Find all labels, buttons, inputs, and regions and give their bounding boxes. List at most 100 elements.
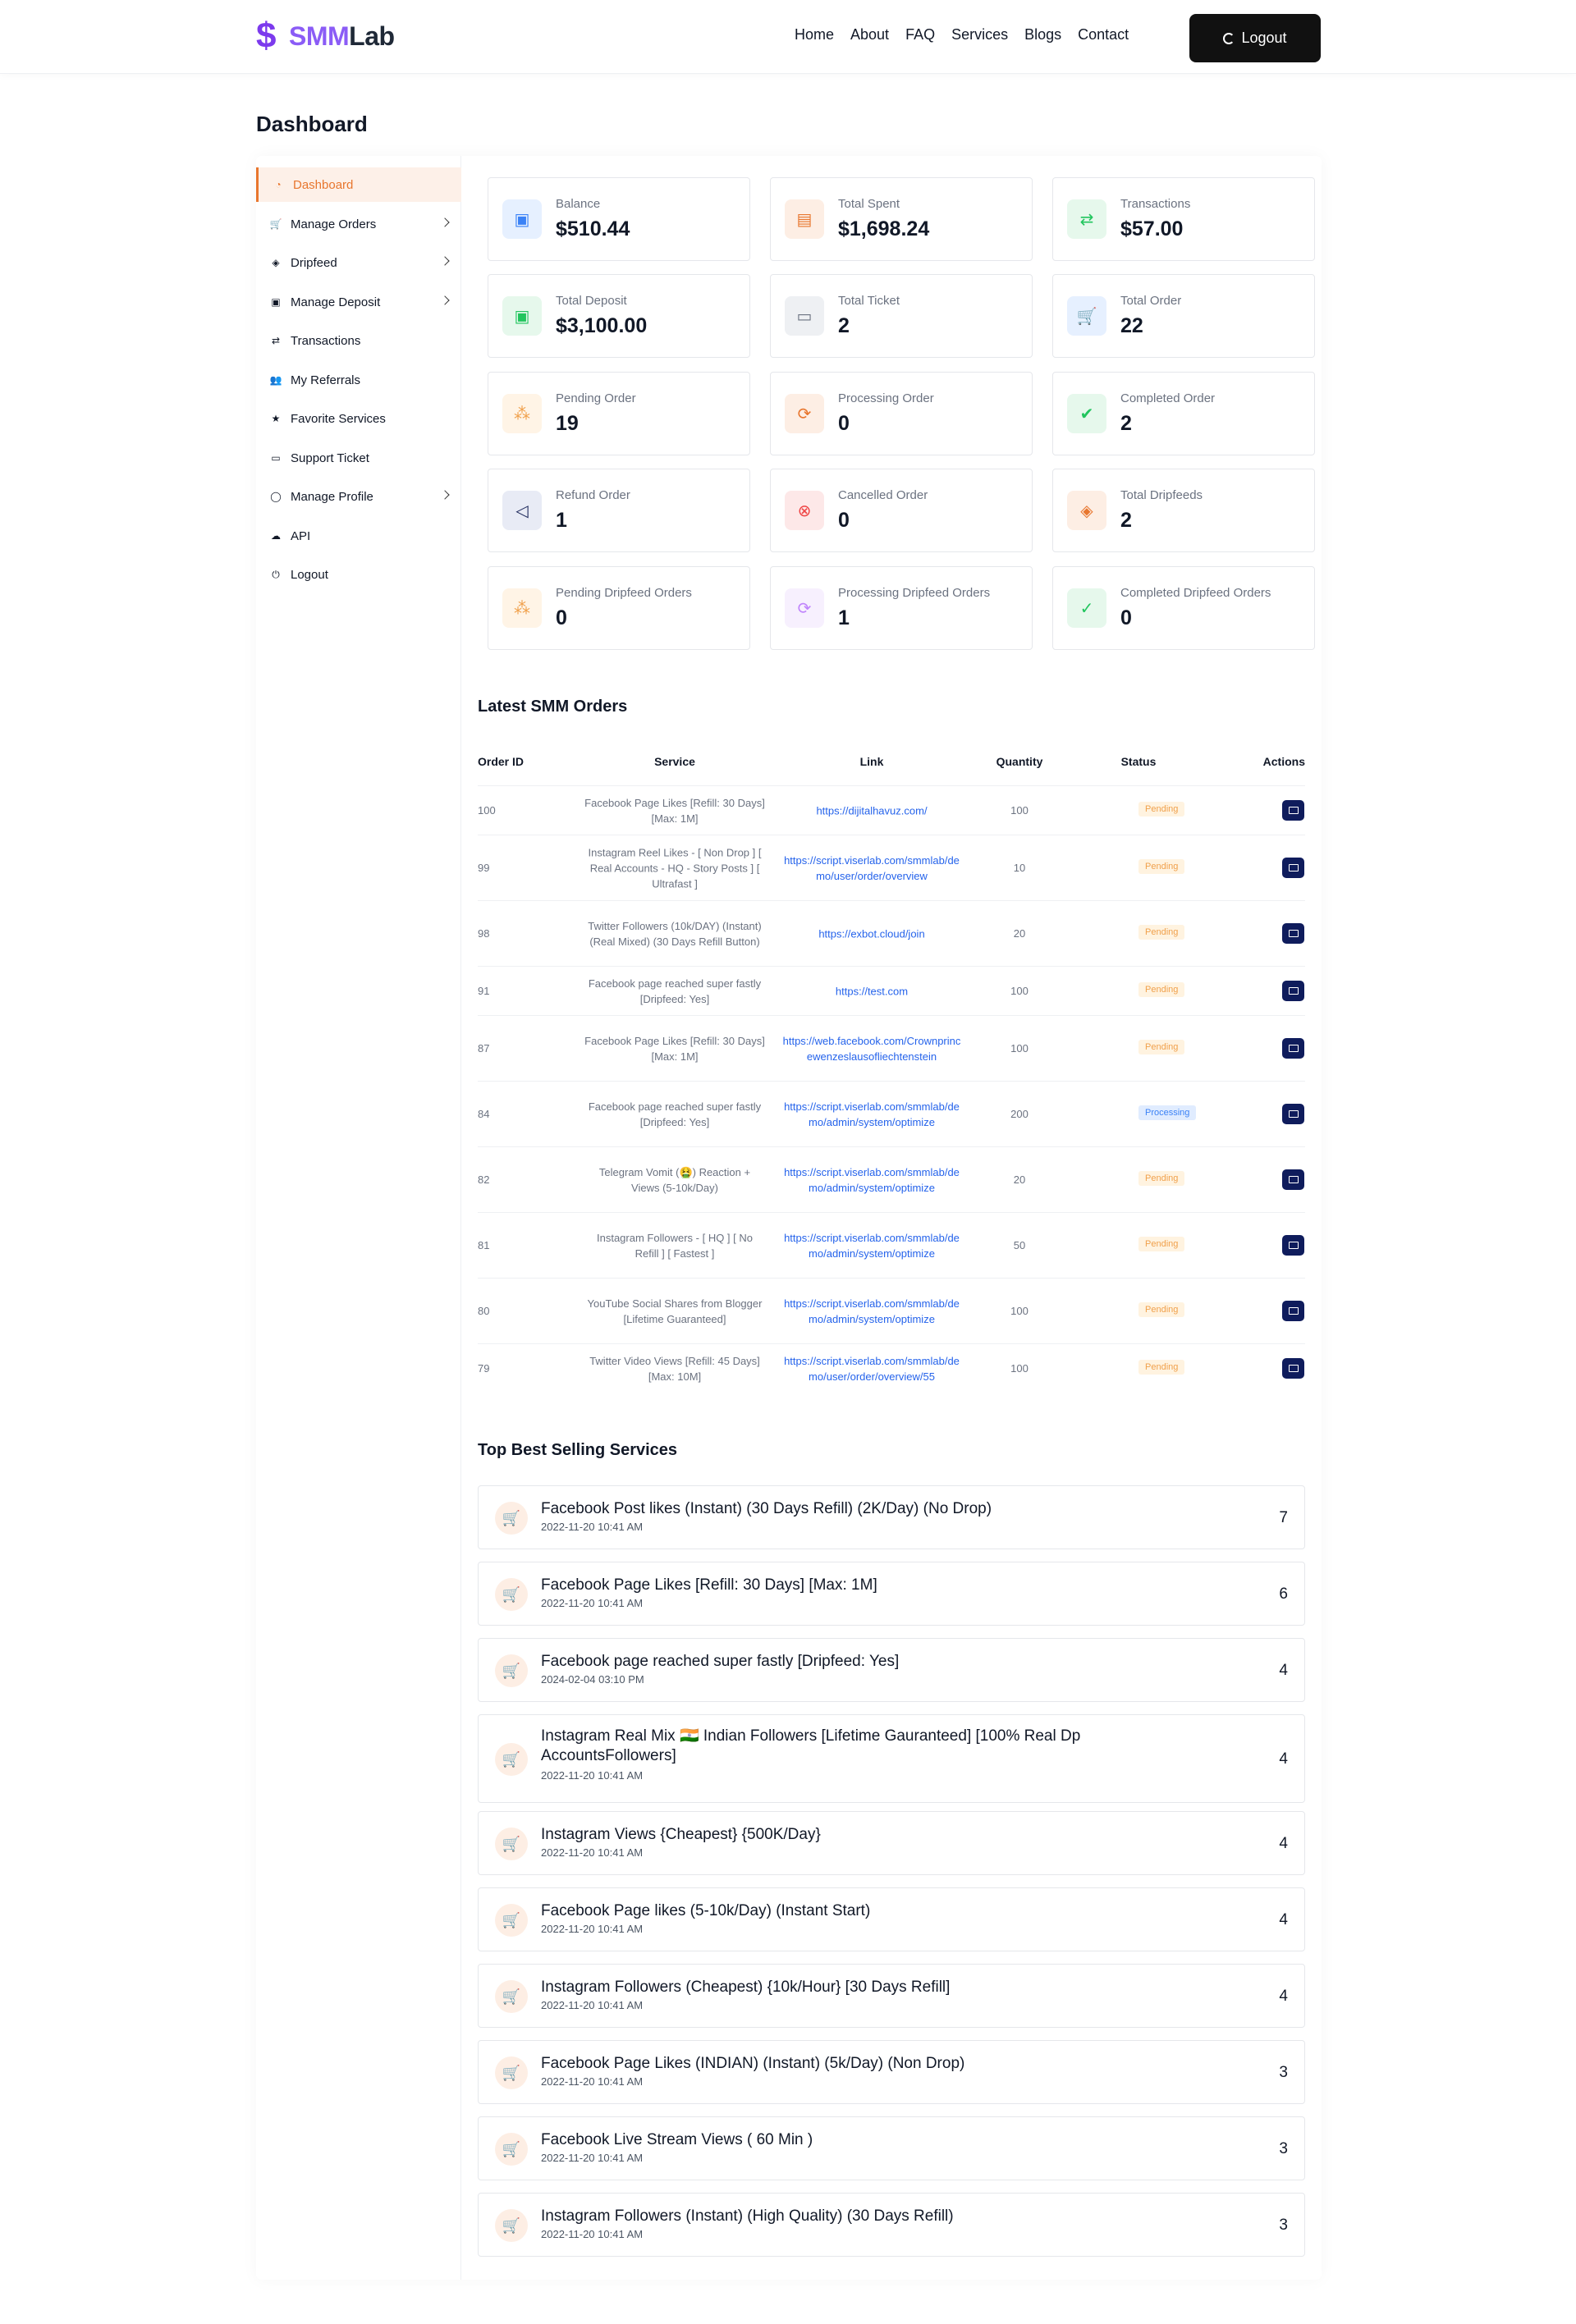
service-name: Instagram Followers (Instant) (High Qual…	[541, 2207, 954, 2225]
latest-orders-title: Latest SMM Orders	[478, 698, 628, 716]
stat-card-total-deposit: ▣ Total Deposit $3,100.00	[488, 274, 750, 358]
order-service: Facebook page reached super fastly [Drip…	[588, 1100, 762, 1128]
sidebar-item-manage-orders[interactable]: 🛒 Manage Orders	[256, 207, 461, 241]
refresh-icon: ⟳	[785, 588, 824, 628]
stat-value: $3,100.00	[556, 314, 648, 337]
sidebar-item-label: Support Ticket	[291, 451, 369, 465]
order-quantity: 100	[1010, 1305, 1029, 1317]
order-id: 81	[478, 1239, 490, 1251]
order-link[interactable]: https://script.viserlab.com/smmlab/demo/…	[781, 1164, 962, 1196]
paint-bucket-icon: ◈	[272, 257, 280, 268]
view-order-button[interactable]	[1282, 981, 1304, 1001]
view-order-button[interactable]	[1282, 1235, 1304, 1256]
logout-label: Logout	[1241, 30, 1287, 46]
view-order-button[interactable]	[1282, 800, 1304, 821]
sidebar-item-my-referrals[interactable]: 👥 My Referrals	[256, 363, 461, 397]
cart-icon: 🛒	[495, 1654, 528, 1687]
sidebar-item-dashboard[interactable]: ◔ Dashboard	[256, 167, 461, 202]
stat-card-total-dripfeeds: ◈ Total Dripfeeds 2	[1052, 469, 1315, 552]
nav-blogs[interactable]: Blogs	[1024, 26, 1061, 43]
cart-icon: 🛒	[495, 1578, 528, 1611]
order-id: 99	[478, 862, 490, 874]
transfer-icon: ⇄	[271, 335, 281, 346]
logout-button[interactable]: Logout	[1189, 14, 1321, 62]
order-link[interactable]: https://test.com	[781, 983, 962, 999]
nav-home[interactable]: Home	[795, 26, 834, 43]
stat-value: 2	[1120, 509, 1132, 532]
logout-icon	[1223, 32, 1235, 44]
list-item: 🛒 Instagram Views {Cheapest} {500K/Day} 20…	[478, 1811, 1305, 1875]
logo[interactable]: $ SMMLab	[256, 16, 395, 56]
order-link[interactable]: https://script.viserlab.com/smmlab/demo/…	[781, 1099, 962, 1130]
cart-icon: 🛒	[495, 2133, 528, 2166]
col-status: Status	[1120, 755, 1157, 768]
view-order-button[interactable]	[1282, 858, 1304, 878]
best-selling-title: Top Best Selling Services	[478, 1441, 678, 1459]
status-badge-label: Pending	[1138, 1237, 1185, 1251]
spinner-icon: ⁂	[502, 394, 542, 433]
sidebar-item-support-ticket[interactable]: ▭ Support Ticket	[256, 441, 461, 475]
sidebar-item-manage-profile[interactable]: ◯ Manage Profile	[256, 479, 461, 514]
sidebar-item-transactions[interactable]: ⇄ Transactions	[256, 323, 461, 358]
stat-value: 22	[1120, 314, 1143, 337]
top-header: $ SMMLab Home About FAQ Services Blogs C…	[0, 0, 1576, 74]
view-order-button[interactable]	[1282, 923, 1304, 944]
status-badge-label: Pending	[1138, 1360, 1185, 1375]
order-link[interactable]: https://script.viserlab.com/smmlab/demo/…	[781, 1230, 962, 1261]
sidebar-item-manage-deposit[interactable]: ▣ Manage Deposit	[256, 285, 461, 319]
sidebar-item-api[interactable]: ☁ API	[256, 519, 461, 553]
nav-about[interactable]: About	[850, 26, 889, 43]
sidebar-item-dripfeed[interactable]: ◈ Dripfeed	[256, 245, 461, 280]
order-link[interactable]: https://script.viserlab.com/smmlab/demo/…	[781, 1353, 962, 1384]
nav-faq[interactable]: FAQ	[905, 26, 935, 43]
stat-value: 1	[556, 509, 567, 532]
stat-value: 1	[838, 606, 850, 629]
order-link[interactable]: https://dijitalhavuz.com/	[781, 803, 962, 818]
user-icon: ◯	[270, 491, 282, 502]
service-date: 2022-11-20 10:41 AM	[541, 2152, 644, 2164]
view-order-button[interactable]	[1282, 1301, 1304, 1321]
stat-label: Transactions	[1120, 197, 1191, 211]
monitor-icon	[1288, 864, 1299, 872]
stat-label: Total Order	[1120, 294, 1182, 308]
order-count: 3	[1279, 2140, 1288, 2157]
nav-services[interactable]: Services	[951, 26, 1008, 43]
view-order-button[interactable]	[1282, 1169, 1304, 1190]
stat-card-balance: ▣ Balance $510.44	[488, 177, 750, 261]
status-badge-label: Pending	[1138, 925, 1185, 940]
sidebar-item-favorite-services[interactable]: ★ Favorite Services	[256, 401, 461, 436]
stat-value: 0	[556, 606, 567, 629]
order-quantity: 10	[1013, 862, 1026, 874]
order-id: 87	[478, 1042, 490, 1054]
logo-icon: $	[256, 16, 277, 56]
stat-label: Cancelled Order	[838, 488, 928, 502]
stat-card-total-order: 🛒 Total Order 22	[1052, 274, 1315, 358]
cart-icon: 🛒	[495, 1904, 528, 1937]
sidebar-item-label: Logout	[291, 567, 328, 582]
service-name: Facebook Post likes (Instant) (30 Days R…	[541, 1500, 992, 1517]
order-link[interactable]: https://script.viserlab.com/smmlab/demo/…	[781, 853, 962, 884]
sidebar-item-logout[interactable]: ⏻ Logout	[256, 557, 461, 592]
view-order-button[interactable]	[1282, 1358, 1304, 1379]
stat-value: 0	[838, 509, 850, 532]
page-title: Dashboard	[256, 112, 368, 136]
stat-value: 0	[1120, 606, 1132, 629]
order-count: 4	[1279, 1988, 1288, 2005]
sidebar-item-label: My Referrals	[291, 373, 361, 387]
cloud-icon: ☁	[271, 530, 281, 542]
order-link[interactable]: https://web.facebook.com/Crownprincewenz…	[781, 1033, 962, 1064]
stat-value: 2	[1120, 412, 1132, 435]
list-item: 🛒 Facebook Page Likes [Refill: 30 Days] […	[478, 1562, 1305, 1626]
star-icon: ★	[271, 413, 281, 424]
nav-contact[interactable]: Contact	[1078, 26, 1129, 43]
list-item: 🛒 Facebook page reached super fastly [Dri…	[478, 1638, 1305, 1702]
order-link[interactable]: https://script.viserlab.com/smmlab/demo/…	[781, 1296, 962, 1327]
paint-bucket-icon: ◈	[1067, 491, 1106, 530]
order-count: 4	[1279, 1835, 1288, 1852]
order-link[interactable]: https://exbot.cloud/join	[781, 926, 962, 941]
order-service: Facebook page reached super fastly [Drip…	[588, 977, 762, 1005]
status-badge-label: Pending	[1138, 802, 1185, 817]
monitor-icon	[1288, 1176, 1299, 1183]
view-order-button[interactable]	[1282, 1104, 1304, 1124]
view-order-button[interactable]	[1282, 1038, 1304, 1059]
